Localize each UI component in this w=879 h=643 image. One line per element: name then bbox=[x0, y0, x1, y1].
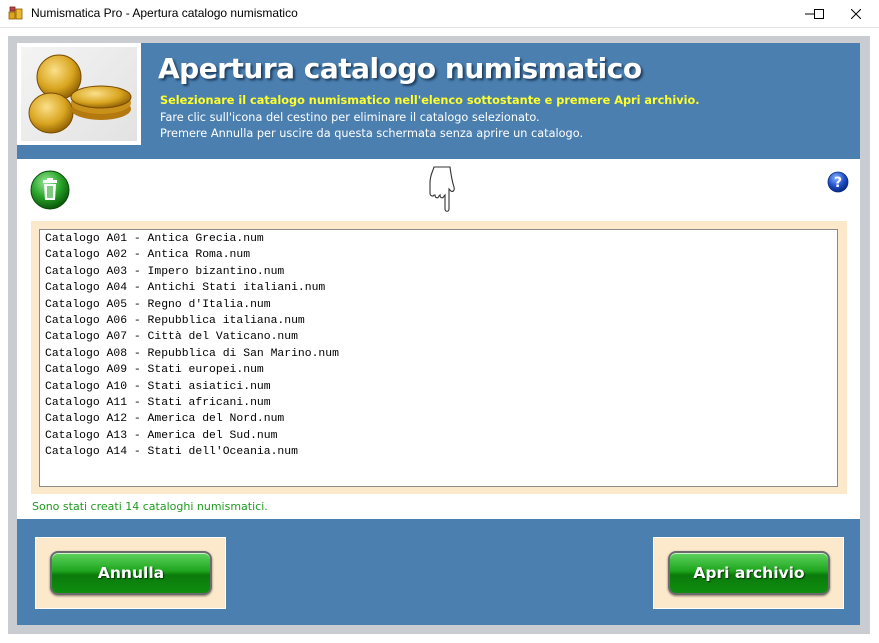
coins-photo bbox=[17, 43, 141, 145]
instruction-line-1: Selezionare il catalogo numismatico nell… bbox=[160, 94, 700, 107]
list-item[interactable]: Catalogo A14 - Stati dell'Oceania.num bbox=[40, 444, 837, 460]
coins-icon bbox=[8, 6, 23, 20]
open-archive-button-panel: Apri archivio bbox=[653, 537, 844, 609]
list-item[interactable]: Catalogo A03 - Impero bizantino.num bbox=[40, 264, 837, 280]
pointing-hand-icon bbox=[429, 166, 455, 212]
open-archive-button[interactable]: Apri archivio bbox=[668, 551, 830, 595]
trash-icon[interactable] bbox=[30, 170, 70, 210]
catalog-list[interactable]: Catalogo A01 - Antica Grecia.num Catalogo… bbox=[39, 229, 838, 487]
list-item[interactable]: Catalogo A08 - Repubblica di San Marino.… bbox=[40, 346, 837, 362]
list-item[interactable]: Catalogo A11 - Stati africani.num bbox=[40, 395, 837, 411]
title-bar: Numismatica Pro - Apertura catalogo numi… bbox=[0, 0, 879, 28]
cancel-button-panel: Annulla bbox=[35, 537, 226, 609]
close-icon bbox=[851, 8, 861, 19]
list-item[interactable]: Catalogo A02 - Antica Roma.num bbox=[40, 247, 837, 263]
instruction-line-2: Fare clic sull'icona del cestino per eli… bbox=[160, 111, 540, 124]
list-item[interactable]: Catalogo A07 - Città del Vaticano.num bbox=[40, 329, 837, 345]
close-button[interactable] bbox=[833, 0, 879, 27]
list-item[interactable]: Catalogo A04 - Antichi Stati italiani.nu… bbox=[40, 280, 837, 296]
help-icon[interactable]: ? bbox=[827, 171, 849, 193]
list-item[interactable]: Catalogo A06 - Repubblica italiana.num bbox=[40, 313, 837, 329]
cancel-button[interactable]: Annulla bbox=[50, 551, 212, 595]
coins-image bbox=[28, 54, 132, 134]
list-item[interactable]: Catalogo A12 - America del Nord.num bbox=[40, 411, 837, 427]
list-item[interactable]: Catalogo A01 - Antica Grecia.num bbox=[40, 231, 837, 247]
list-item[interactable]: Catalogo A05 - Regno d'Italia.num bbox=[40, 297, 837, 313]
svg-text:?: ? bbox=[834, 175, 842, 191]
instruction-line-3: Premere Annulla per uscire da questa sch… bbox=[160, 127, 584, 140]
list-item[interactable]: Catalogo A09 - Stati europei.num bbox=[40, 362, 837, 378]
page-title: Apertura catalogo numismatico bbox=[158, 52, 642, 85]
maximize-icon bbox=[814, 8, 824, 19]
window-title: Numismatica Pro - Apertura catalogo numi… bbox=[31, 6, 298, 20]
list-item[interactable]: Catalogo A10 - Stati asiatici.num bbox=[40, 379, 837, 395]
list-item[interactable]: Catalogo A13 - America del Sud.num bbox=[40, 428, 837, 444]
status-text: Sono stati creati 14 cataloghi numismati… bbox=[32, 500, 268, 513]
